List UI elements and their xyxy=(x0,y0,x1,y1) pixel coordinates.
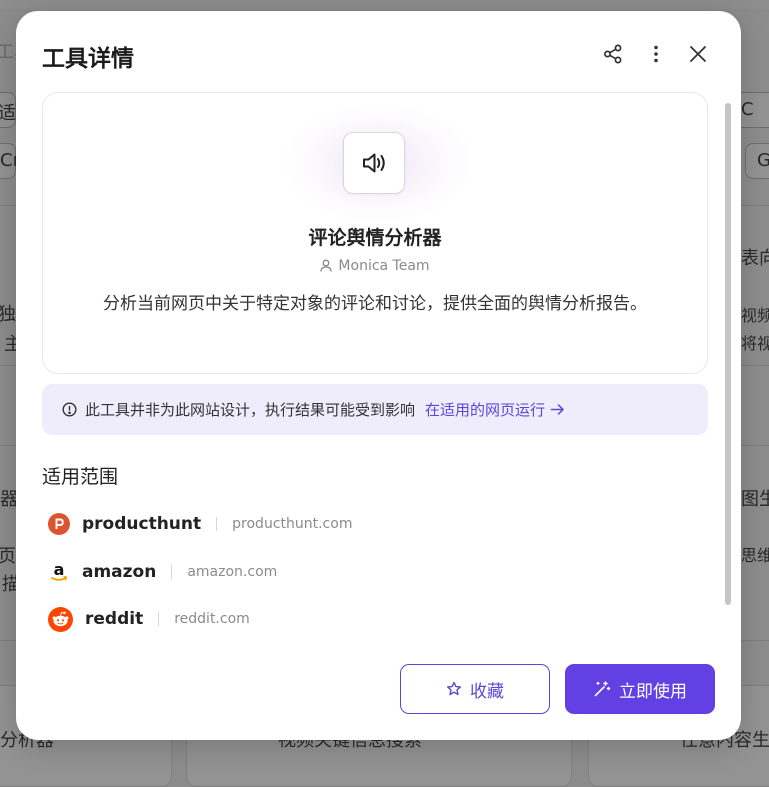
tool-detail-modal: 工具详情 评论舆情分析器 Monica Team 分析当前网页中关于特定对象的评… xyxy=(16,11,741,740)
more-vertical-icon xyxy=(654,45,658,63)
tool-name: 评论舆情分析器 xyxy=(308,227,442,249)
user-icon xyxy=(320,259,333,276)
site-item: producthunt producthunt.com xyxy=(48,509,352,539)
magic-wand-icon xyxy=(593,680,611,698)
site-item: reddit reddit.com xyxy=(48,604,250,634)
scope-title: 适用范围 xyxy=(42,466,119,488)
favorite-label: 收藏 xyxy=(470,681,504,702)
site-domain: amazon.com xyxy=(187,564,278,580)
close-button[interactable] xyxy=(683,39,713,69)
site-item: a amazon amazon.com xyxy=(48,557,277,587)
modal-content[interactable]: 评论舆情分析器 Monica Team 分析当前网页中关于特定对象的评论和讨论，… xyxy=(42,92,727,652)
warning-text: 此工具并非为此网站设计，执行结果可能受到影响 xyxy=(85,401,416,419)
author-name: Monica Team xyxy=(338,258,430,274)
warning-link-label: 在适用的网页运行 xyxy=(425,401,546,419)
use-now-button[interactable]: 立即使用 xyxy=(565,664,715,714)
site-domain: reddit.com xyxy=(174,611,250,627)
tool-description: 分析当前网页中关于特定对象的评论和讨论，提供全面的舆情分析报告。 xyxy=(103,294,647,314)
modal-title: 工具详情 xyxy=(42,46,134,72)
speaker-icon xyxy=(363,153,385,173)
info-icon xyxy=(62,402,77,417)
use-now-label: 立即使用 xyxy=(619,681,687,702)
tool-author: Monica Team xyxy=(43,258,707,276)
amazon-logo-icon: a xyxy=(48,561,70,583)
reddit-logo-icon xyxy=(48,606,73,632)
scrollbar[interactable] xyxy=(725,103,731,605)
bg-fragment: 视频 xyxy=(741,306,769,325)
tool-card: 评论舆情分析器 Monica Team 分析当前网页中关于特定对象的评论和讨论，… xyxy=(42,92,708,374)
bg-fragment: 图生 xyxy=(741,489,769,510)
site-domain: producthunt.com xyxy=(232,516,353,532)
favorite-button[interactable]: 收藏 xyxy=(400,664,550,714)
bg-fragment: 将视 xyxy=(741,334,769,353)
close-icon xyxy=(690,46,706,62)
run-on-supported-page-link[interactable]: 在适用的网页运行 xyxy=(425,399,565,420)
svg-text:a: a xyxy=(54,561,65,579)
more-button[interactable] xyxy=(641,39,671,69)
producthunt-logo-icon xyxy=(48,513,70,535)
compatibility-warning: 此工具并非为此网站设计，执行结果可能受到影响 在适用的网页运行 xyxy=(42,384,708,435)
star-icon xyxy=(446,681,462,697)
site-name: producthunt xyxy=(82,514,202,534)
tool-icon-box xyxy=(343,132,405,194)
site-name: amazon xyxy=(82,562,157,582)
bg-fragment: C xyxy=(741,99,754,120)
arrow-right-icon xyxy=(550,403,565,416)
share-icon xyxy=(604,44,622,64)
bg-fragment: 表向 xyxy=(741,248,769,269)
share-button[interactable] xyxy=(598,39,628,69)
bg-fragment: G xyxy=(757,150,769,171)
bg-fragment: 思维 xyxy=(741,546,769,565)
site-name: reddit xyxy=(85,609,144,629)
